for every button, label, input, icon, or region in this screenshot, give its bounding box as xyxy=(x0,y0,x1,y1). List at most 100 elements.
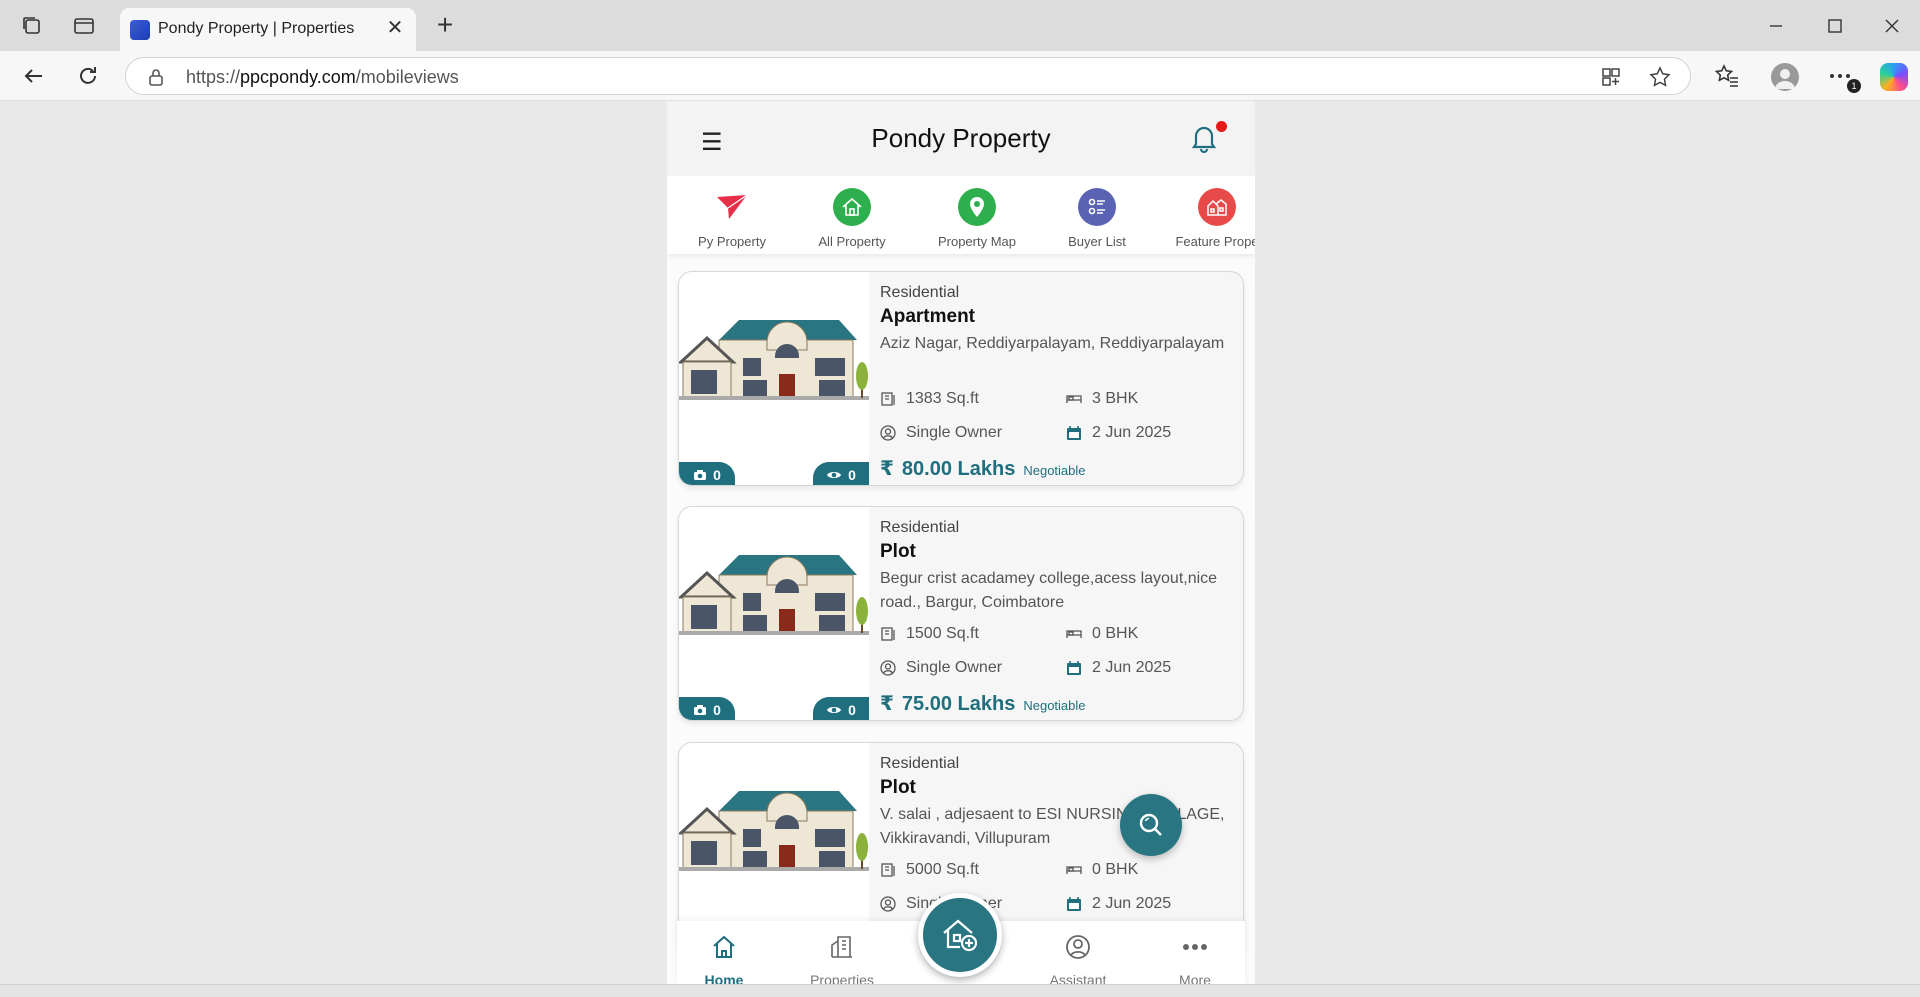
category-all-property[interactable]: All Property xyxy=(792,188,912,249)
rupee-icon: ₹ xyxy=(880,458,894,480)
favorites-icon[interactable] xyxy=(1714,63,1740,89)
ownership-spec: Single Owner xyxy=(880,424,1002,442)
camera-icon xyxy=(694,470,707,480)
house-illustration xyxy=(679,507,869,720)
vertical-tabs-icon[interactable] xyxy=(72,14,96,38)
card-details: Residential Plot V. salai , adjesaent to… xyxy=(880,755,1240,851)
calendar-icon xyxy=(1067,426,1081,440)
map-pin-icon xyxy=(958,188,996,226)
favorite-star-icon[interactable] xyxy=(1649,66,1671,88)
bed-icon xyxy=(1066,866,1082,874)
close-window-icon[interactable] xyxy=(1878,12,1906,40)
listing-address: V. salai , adjesaent to ESI NURSING COLL… xyxy=(880,806,1225,847)
notification-dot xyxy=(1216,121,1227,132)
price-row: ₹ 75.00 Lakhs Negotiable xyxy=(880,691,1086,716)
listing-category: Residential xyxy=(880,519,960,536)
page-viewport: ☰ Pondy Property Py Property All Propert… xyxy=(0,101,1920,984)
listing-address: Begur crist acadamey college,acess layou… xyxy=(880,570,1218,611)
new-tab-button[interactable]: + xyxy=(432,11,458,39)
area-icon xyxy=(881,627,895,641)
refresh-icon[interactable] xyxy=(74,62,102,90)
tab-active[interactable]: Pondy Property | Properties ✕ xyxy=(120,8,416,51)
close-tab-icon[interactable]: ✕ xyxy=(384,17,406,39)
date-spec: 2 Jun 2025 xyxy=(1066,895,1171,913)
ownership-spec: Single Owner xyxy=(880,659,1002,677)
taskbar-edge xyxy=(0,984,1920,997)
address-bar-row: https://ppcpondy.com/mobileviews 1 xyxy=(0,51,1920,101)
property-card[interactable]: 0 0 Residential Apartment Aziz Nagar, Re… xyxy=(678,271,1244,486)
nav-home[interactable]: Home xyxy=(679,933,769,984)
search-fab-button[interactable] xyxy=(1120,794,1182,856)
photo-count-badge: 0 xyxy=(679,462,735,485)
site-favicon-icon xyxy=(130,20,150,40)
property-card[interactable]: 0 0 Residential Plot Begur crist acadame… xyxy=(678,506,1244,721)
app-available-icon[interactable] xyxy=(1600,66,1622,88)
area-spec: 5000 Sq.ft xyxy=(880,861,979,879)
category-label: Property Map xyxy=(937,234,1017,249)
building-icon xyxy=(1198,188,1236,226)
bed-icon xyxy=(1066,395,1082,403)
listing-price: 80.00 Lakhs xyxy=(901,458,1016,480)
workspaces-icon[interactable] xyxy=(20,14,44,38)
maximize-icon[interactable] xyxy=(1821,12,1849,40)
nav-properties[interactable]: Properties xyxy=(797,933,887,984)
eye-icon xyxy=(827,707,842,713)
app-title: Pondy Property xyxy=(871,123,1051,153)
listing-category: Residential xyxy=(880,284,960,301)
area-icon xyxy=(881,863,895,877)
paper-plane-icon xyxy=(713,188,751,226)
listing-address: Aziz Nagar, Reddiyarpalayam, Reddiyarpal… xyxy=(880,335,1225,352)
calendar-icon xyxy=(1067,661,1081,675)
date-spec: 2 Jun 2025 xyxy=(1066,424,1171,442)
tab-title: Pondy Property | Properties xyxy=(158,20,355,37)
area-spec: 1500 Sq.ft xyxy=(880,625,979,643)
nav-more[interactable]: More xyxy=(1150,933,1240,984)
lock-icon[interactable] xyxy=(148,68,164,86)
price-row: ₹ 80.00 Lakhs Negotiable xyxy=(880,456,1086,481)
browser-tab-bar: Pondy Property | Properties ✕ + xyxy=(0,0,1920,51)
nav-assistant[interactable]: Assistant xyxy=(1033,933,1123,984)
user-icon xyxy=(880,896,896,912)
search-icon xyxy=(1139,813,1162,836)
category-label: All Property xyxy=(818,234,886,249)
user-icon xyxy=(880,425,896,441)
list-icon xyxy=(1078,188,1116,226)
bhk-spec: 0 BHK xyxy=(1066,861,1138,879)
listing-type: Plot xyxy=(880,541,916,562)
category-property-map[interactable]: Property Map xyxy=(917,188,1037,249)
user-circle-icon xyxy=(1066,935,1090,959)
listing-type: Plot xyxy=(880,777,916,798)
date-spec: 2 Jun 2025 xyxy=(1066,659,1171,677)
listing-price: 75.00 Lakhs xyxy=(901,693,1016,715)
house-icon xyxy=(833,188,871,226)
app-header: ☰ Pondy Property xyxy=(667,101,1255,176)
category-bar: Py Property All Property Property Map Bu… xyxy=(667,176,1255,254)
negotiable-label: Negotiable xyxy=(1023,698,1086,713)
calendar-icon xyxy=(1067,897,1081,911)
camera-icon xyxy=(694,705,707,715)
user-icon xyxy=(880,660,896,676)
category-label: Py Property xyxy=(698,234,766,249)
bhk-spec: 3 BHK xyxy=(1066,390,1138,408)
home-icon xyxy=(713,935,735,958)
category-py-property[interactable]: Py Property xyxy=(672,188,792,249)
card-details: Residential Apartment Aziz Nagar, Reddiy… xyxy=(880,284,1240,380)
notification-badge: 1 xyxy=(1847,79,1861,93)
minimize-icon[interactable] xyxy=(1762,12,1790,40)
back-arrow-icon[interactable] xyxy=(20,62,48,90)
mobile-app-frame: ☰ Pondy Property Py Property All Propert… xyxy=(667,101,1255,984)
bhk-spec: 0 BHK xyxy=(1066,625,1138,643)
profile-avatar[interactable] xyxy=(1771,63,1799,91)
house-illustration xyxy=(679,272,869,485)
listing-type: Apartment xyxy=(880,306,976,327)
category-buyer-list[interactable]: Buyer List xyxy=(1037,188,1157,249)
url-input[interactable]: https://ppcpondy.com/mobileviews xyxy=(125,57,1691,95)
category-featured-property[interactable]: Feature Prope xyxy=(1157,188,1255,249)
area-spec: 1383 Sq.ft xyxy=(880,390,979,408)
add-property-button[interactable] xyxy=(918,893,1002,977)
buildings-icon xyxy=(831,936,852,958)
category-label: Buyer List xyxy=(1068,234,1126,249)
copilot-icon[interactable] xyxy=(1880,63,1908,91)
view-count-badge: 0 xyxy=(813,462,869,485)
bed-icon xyxy=(1066,630,1082,638)
